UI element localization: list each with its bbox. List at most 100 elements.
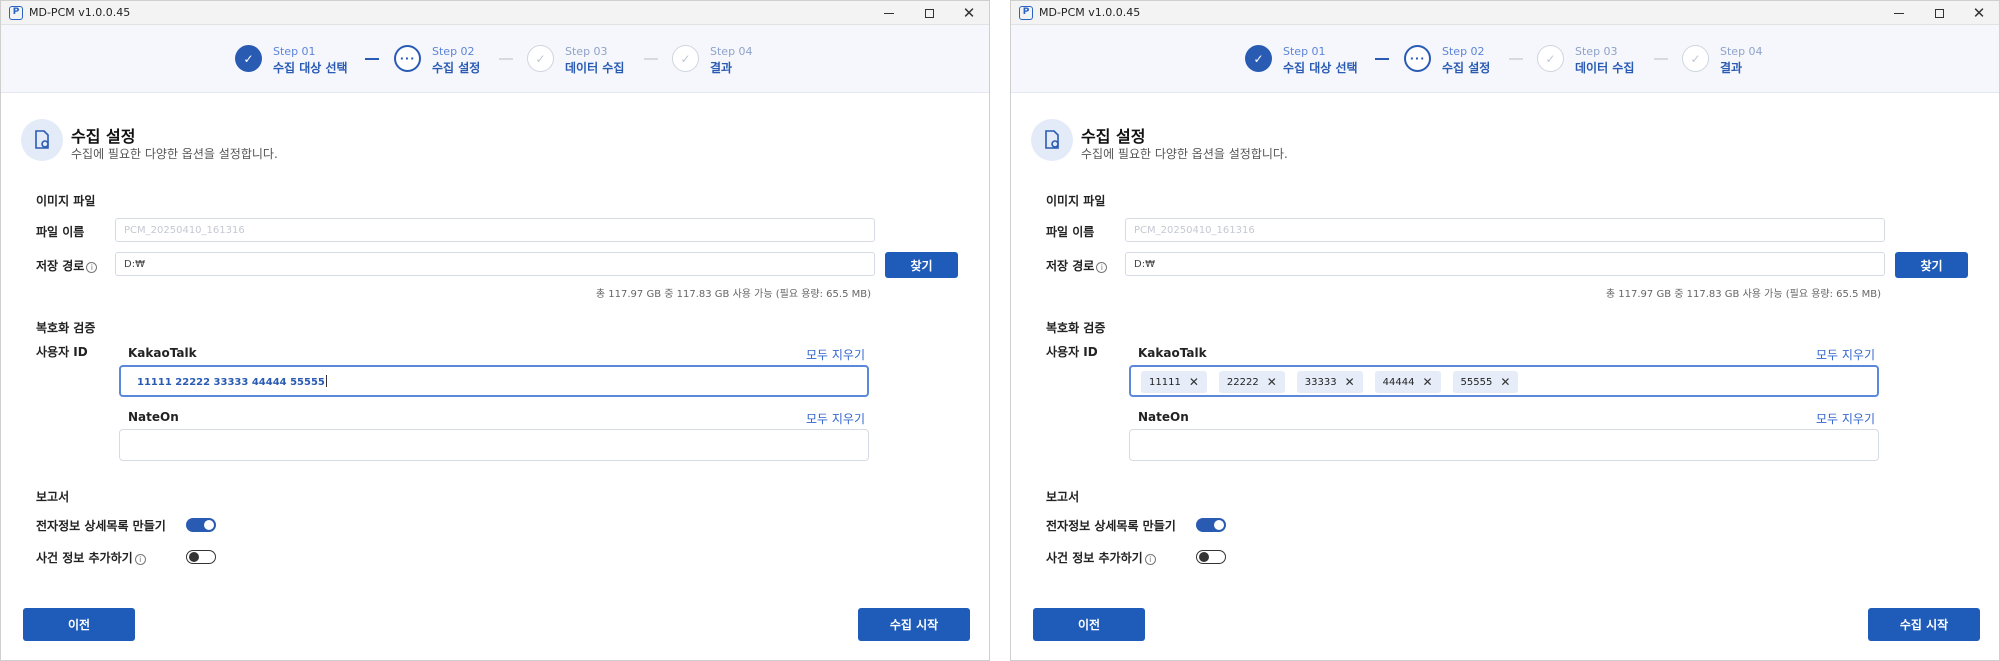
case-info-label: 사건 정보 추가하기 i xyxy=(36,549,146,566)
minimize-button[interactable] xyxy=(869,1,909,25)
settings-document-icon xyxy=(21,119,63,161)
chip-label: 44444 xyxy=(1382,376,1415,388)
remove-icon[interactable]: ✕ xyxy=(1500,375,1510,389)
minimize-icon xyxy=(884,12,894,14)
user-id-label: 사용자 ID xyxy=(36,345,88,359)
user-id-chip: 33333 ✕ xyxy=(1296,371,1363,393)
user-id-chip: 22222 ✕ xyxy=(1218,371,1285,393)
maximize-button[interactable] xyxy=(909,1,949,25)
user-id-label: 사용자 ID xyxy=(1046,345,1098,359)
case-info-toggle[interactable] xyxy=(1196,550,1226,564)
remove-icon[interactable]: ✕ xyxy=(1422,375,1432,389)
step-2-name: 수집 설정 xyxy=(1442,61,1491,75)
kakaotalk-label: KakaoTalk xyxy=(128,346,197,360)
detail-list-toggle[interactable] xyxy=(1196,518,1226,532)
start-collection-button[interactable]: 수집 시작 xyxy=(858,608,970,641)
app-window-after: P MD-PCM v1.0.0.45 ✕ ✓ Step 01 수집 대상 선택 … xyxy=(1010,0,2000,661)
decrypt-section-title: 복호화 검증 xyxy=(36,321,96,335)
prev-button[interactable]: 이전 xyxy=(1033,608,1145,641)
report-section-title: 보고서 xyxy=(36,490,70,504)
remove-icon[interactable]: ✕ xyxy=(1345,375,1355,389)
close-button[interactable]: ✕ xyxy=(1959,1,1999,25)
step-indicator: ✓ Step 01 수집 대상 선택 ··· Step 02 수집 설정 ✓ S… xyxy=(1011,25,1999,93)
app-logo-icon: P xyxy=(9,6,23,20)
minimize-button[interactable] xyxy=(1879,1,1919,25)
step-4-check-icon: ✓ xyxy=(672,45,699,72)
title-bar: P MD-PCM v1.0.0.45 ✕ xyxy=(1011,1,1999,25)
toggle-knob xyxy=(1214,520,1224,530)
kakaotalk-id-input[interactable]: 11111 22222 33333 44444 55555 xyxy=(119,365,869,397)
kakaotalk-id-input[interactable]: 11111 ✕ 22222 ✕ 33333 ✕ 44444 ✕ 55555 ✕ xyxy=(1129,365,1879,397)
chip-label: 33333 xyxy=(1304,376,1337,388)
close-button[interactable]: ✕ xyxy=(949,1,989,25)
save-path-label: 저장 경로 i xyxy=(36,257,98,274)
remove-icon[interactable]: ✕ xyxy=(1267,375,1277,389)
app-title: MD-PCM v1.0.0.45 xyxy=(29,6,131,19)
maximize-icon xyxy=(1934,8,1944,18)
case-info-label-text: 사건 정보 추가하기 xyxy=(1046,551,1143,565)
start-collection-button[interactable]: 수집 시작 xyxy=(1868,608,1980,641)
step-connector xyxy=(365,58,379,60)
step-connector xyxy=(1509,58,1523,60)
browse-button[interactable]: 찾기 xyxy=(885,252,958,278)
app-title: MD-PCM v1.0.0.45 xyxy=(1039,6,1141,19)
info-icon[interactable]: i xyxy=(1144,554,1156,565)
info-icon[interactable]: i xyxy=(134,554,146,565)
kakaotalk-input-text: 11111 22222 33333 44444 55555 xyxy=(137,377,325,388)
step-3-number: Step 03 xyxy=(1575,45,1618,58)
app-window-before: P MD-PCM v1.0.0.45 ✕ ✓ Step 01 수집 대상 선택 … xyxy=(0,0,990,661)
case-info-toggle[interactable] xyxy=(186,550,216,564)
step-2-number: Step 02 xyxy=(1442,45,1485,58)
file-name-input[interactable]: PCM_20250410_161316 xyxy=(1125,218,1885,242)
kakaotalk-clear-all-link[interactable]: 모두 지우기 xyxy=(806,346,865,363)
save-path-input[interactable]: D:₩ xyxy=(115,252,875,276)
step-connector xyxy=(1375,58,1389,60)
app-logo-icon: P xyxy=(1019,6,1033,20)
maximize-button[interactable] xyxy=(1919,1,1959,25)
file-name-input[interactable]: PCM_20250410_161316 xyxy=(115,218,875,242)
nateon-clear-all-link[interactable]: 모두 지우기 xyxy=(1816,410,1875,427)
remove-icon[interactable]: ✕ xyxy=(1189,375,1199,389)
kakaotalk-clear-all-link[interactable]: 모두 지우기 xyxy=(1816,346,1875,363)
user-id-chip: 44444 ✕ xyxy=(1374,371,1441,393)
kakaotalk-label: KakaoTalk xyxy=(1138,346,1207,360)
step-3-name: 데이터 수집 xyxy=(565,61,625,75)
nateon-id-input[interactable] xyxy=(119,429,869,461)
step-1-check-icon: ✓ xyxy=(1245,45,1272,72)
detail-list-label: 전자정보 상세목록 만들기 xyxy=(36,519,166,533)
step-3-check-icon: ✓ xyxy=(1537,45,1564,72)
kakaotalk-typed-text: 11111 22222 33333 44444 55555 xyxy=(137,375,327,388)
title-bar: P MD-PCM v1.0.0.45 ✕ xyxy=(1,1,989,25)
chip-label: 11111 xyxy=(1149,376,1181,388)
toggle-knob xyxy=(1199,552,1209,562)
nateon-label: NateOn xyxy=(128,410,179,424)
step-indicator: ✓ Step 01 수집 대상 선택 ··· Step 02 수집 설정 ✓ S… xyxy=(1,25,989,93)
step-2-ellipsis-icon: ··· xyxy=(1404,45,1431,72)
user-id-chip: 55555 ✕ xyxy=(1452,371,1519,393)
nateon-clear-all-link[interactable]: 모두 지우기 xyxy=(806,410,865,427)
nateon-id-input[interactable] xyxy=(1129,429,1879,461)
close-icon: ✕ xyxy=(1972,3,1986,22)
step-1-name: 수집 대상 선택 xyxy=(273,61,348,75)
browse-button[interactable]: 찾기 xyxy=(1895,252,1968,278)
toggle-knob xyxy=(204,520,214,530)
page-description: 수집에 필요한 다양한 옵션을 설정합니다. xyxy=(71,147,278,161)
step-1-number: Step 01 xyxy=(1283,45,1326,58)
kakaotalk-chip-list: 11111 ✕ 22222 ✕ 33333 ✕ 44444 ✕ 55555 ✕ xyxy=(1141,371,1530,393)
detail-list-toggle[interactable] xyxy=(186,518,216,532)
image-file-section-title: 이미지 파일 xyxy=(1046,194,1106,208)
info-icon[interactable]: i xyxy=(86,262,98,273)
step-connector xyxy=(1654,58,1668,60)
info-icon[interactable]: i xyxy=(1096,262,1108,273)
decrypt-section-title: 복호화 검증 xyxy=(1046,321,1106,335)
step-3-number: Step 03 xyxy=(565,45,608,58)
nateon-label: NateOn xyxy=(1138,410,1189,424)
disk-usage-text: 총 117.97 GB 중 117.83 GB 사용 가능 (필요 용량: 65… xyxy=(1605,289,1881,300)
file-name-label: 파일 이름 xyxy=(1046,225,1095,239)
report-section-title: 보고서 xyxy=(1046,490,1080,504)
step-4-name: 결과 xyxy=(1720,61,1743,75)
save-path-input[interactable]: D:₩ xyxy=(1125,252,1885,276)
chip-label: 22222 xyxy=(1226,376,1259,388)
step-4-number: Step 04 xyxy=(1720,45,1763,58)
prev-button[interactable]: 이전 xyxy=(23,608,135,641)
